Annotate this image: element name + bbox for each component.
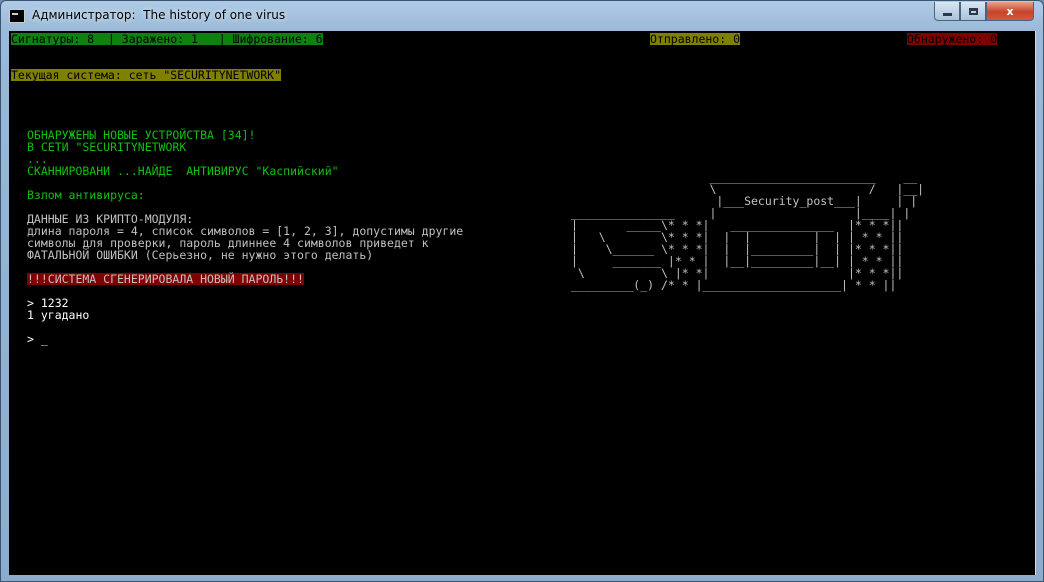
security-post-ascii-art: ________________________ __ \ / |__| |__… xyxy=(571,171,924,291)
status-sent: Отправлено: 0 xyxy=(650,32,741,46)
minimize-button[interactable] xyxy=(934,2,960,21)
maximize-icon xyxy=(968,7,978,15)
maximize-button[interactable] xyxy=(960,2,986,21)
log-line-scan: СКАННИРОВАНИ ...НАЙДЕ АНТИВИРУС "Каспийс… xyxy=(27,164,339,178)
console-output[interactable]: Сигнатуры: 8 | Заражено: 1 | Шифрование:… xyxy=(9,31,1035,575)
text-cursor: _ xyxy=(40,332,48,346)
window-title: Администратор: The history of one virus xyxy=(32,8,286,22)
log-line-network: В СЕТИ "SECURITYNETWORK xyxy=(27,140,187,154)
status-signatures: Сигнатуры: 8 | Заражено: 1 | Шифрование:… xyxy=(11,32,323,46)
status-detected: Обнаружено: 0 xyxy=(907,32,998,46)
command-prompt[interactable]: > _ xyxy=(27,333,48,345)
close-button[interactable]: x xyxy=(986,2,1034,21)
console-app-icon[interactable] xyxy=(9,9,25,23)
password-alert: !!!СИСТЕМА СГЕНЕРИРОВАЛА НОВЫЙ ПАРОЛЬ!!! xyxy=(27,272,304,286)
console-window: Администратор: The history of one virus … xyxy=(0,0,1044,582)
title-bar[interactable]: Администратор: The history of one virus … xyxy=(1,1,1043,31)
crypto-line-fatal: ФАТАЛЬНОЙ ОШИБКИ (Серьезно, не нужно это… xyxy=(27,248,374,262)
prompt-symbol: > xyxy=(27,332,41,346)
scrollbar[interactable] xyxy=(1035,31,1036,575)
ascii-art-line: _________(_) /* * |____________________|… xyxy=(571,278,897,292)
hack-title: Взлом антивируса: xyxy=(27,188,145,202)
minimize-icon xyxy=(942,12,952,16)
close-icon: x xyxy=(1006,4,1014,18)
result-line: 1 угадано xyxy=(27,308,90,322)
current-system: Текущая система: сеть "SECURITYNETWORK" xyxy=(11,68,282,82)
